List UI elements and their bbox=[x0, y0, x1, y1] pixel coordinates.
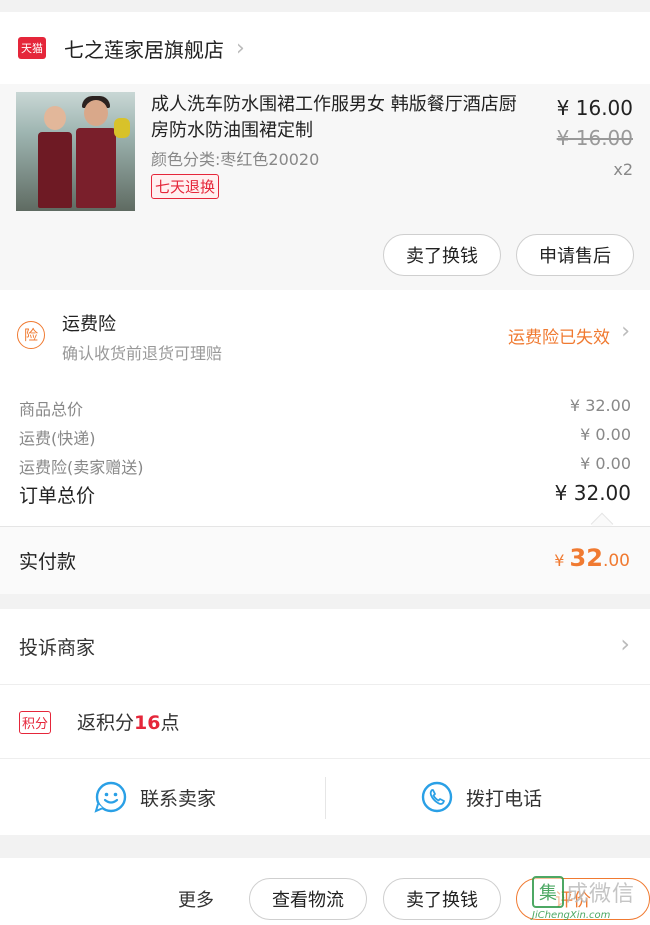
amount-paid-row: 实付款 ¥ 32.00 bbox=[0, 526, 650, 594]
call-phone-button[interactable]: 拨打电话 bbox=[420, 759, 542, 835]
amount-paid-value: ¥ 32.00 bbox=[554, 544, 630, 572]
divider bbox=[325, 777, 326, 819]
price-row-label: 商品总价 bbox=[19, 400, 84, 419]
points-count: 16 bbox=[134, 712, 161, 734]
order-total-label: 订单总价 bbox=[19, 485, 96, 507]
order-total-value: ¥ 32.00 bbox=[554, 481, 631, 505]
points-suffix: 点 bbox=[160, 712, 180, 734]
amount-integer: 32 bbox=[569, 544, 603, 572]
return-policy-tag: 七天退换 bbox=[151, 174, 220, 199]
contact-seller-label: 联系卖家 bbox=[140, 787, 217, 810]
amount-paid-label: 实付款 bbox=[19, 551, 77, 573]
apron bbox=[38, 132, 72, 208]
watermark: 集 成微信 JiChengXin.com bbox=[532, 876, 650, 921]
chevron-right-icon: › bbox=[236, 35, 245, 61]
product-card[interactable]: 成人洗车防水围裙工作服男女 韩版餐厅酒店厨房防水防油围裙定制 颜色分类:枣红色2… bbox=[0, 84, 650, 290]
price-row-value: ¥ 0.00 bbox=[580, 454, 631, 473]
order-total-row: 订单总价 ¥ 32.00 bbox=[19, 481, 631, 508]
price-row: 运费(快递) ¥ 0.00 bbox=[19, 425, 631, 449]
top-strip bbox=[0, 0, 650, 12]
product-price: ¥ 16.00 bbox=[556, 96, 633, 120]
price-row-value: ¥ 32.00 bbox=[569, 396, 631, 415]
phone-icon bbox=[421, 781, 453, 813]
contact-seller-button[interactable]: 联系卖家 bbox=[94, 759, 216, 835]
sell-for-cash-button[interactable]: 卖了换钱 bbox=[383, 878, 501, 920]
watermark-url: JiChengXin.com bbox=[532, 910, 611, 921]
insurance-description: 确认收货前退货可理赔 bbox=[62, 344, 223, 363]
price-breakdown: 商品总价 ¥ 32.00 运费(快递) ¥ 0.00 运费险(卖家赠送) ¥ 0… bbox=[0, 376, 650, 536]
insurance-icon: 险 bbox=[17, 321, 45, 349]
view-logistics-button[interactable]: 查看物流 bbox=[249, 878, 367, 920]
apron bbox=[76, 128, 116, 208]
model-head bbox=[84, 100, 108, 126]
currency-symbol: ¥ bbox=[554, 551, 570, 570]
insurance-status: 运费险已失效 bbox=[508, 328, 610, 348]
glove bbox=[114, 118, 130, 138]
tmall-logo-icon: 天猫 bbox=[18, 37, 46, 59]
chevron-right-icon: › bbox=[621, 319, 630, 344]
points-badge: 积分 bbox=[19, 711, 52, 734]
model-head bbox=[44, 106, 66, 130]
product-attribute: 颜色分类:枣红色20020 bbox=[151, 150, 320, 169]
price-row: 商品总价 ¥ 32.00 bbox=[19, 396, 631, 420]
product-quantity: x2 bbox=[613, 160, 633, 179]
after-sale-button[interactable]: 申请售后 bbox=[516, 234, 634, 276]
call-phone-label: 拨打电话 bbox=[466, 787, 543, 810]
complain-merchant-row[interactable]: 投诉商家 › bbox=[0, 609, 650, 685]
price-row: 运费险(卖家赠送) ¥ 0.00 bbox=[19, 454, 631, 478]
watermark-logo-icon: 集 bbox=[532, 876, 564, 908]
amount-decimal: .00 bbox=[602, 551, 630, 571]
sell-for-cash-button[interactable]: 卖了换钱 bbox=[383, 234, 501, 276]
insurance-title: 运费险 bbox=[62, 314, 116, 335]
more-button[interactable]: 更多 bbox=[178, 886, 214, 912]
points-prefix: 返积分 bbox=[77, 712, 135, 734]
shipping-insurance-row[interactable]: 险 运费险 确认收货前退货可理赔 运费险已失效 › bbox=[0, 290, 650, 376]
complain-merchant-label: 投诉商家 bbox=[19, 637, 96, 659]
store-header[interactable]: 天猫 七之莲家居旗舰店 › bbox=[0, 12, 650, 84]
points-text: 返积分16点 bbox=[77, 708, 179, 735]
product-original-price: ¥ 16.00 bbox=[556, 126, 633, 150]
store-name: 七之莲家居旗舰店 bbox=[64, 37, 224, 62]
points-reward-row: 积分 返积分16点 bbox=[0, 685, 650, 759]
chat-face-icon bbox=[94, 781, 127, 813]
chevron-right-icon: › bbox=[620, 630, 630, 658]
product-title: 成人洗车防水围裙工作服男女 韩版餐厅酒店厨房防水防油围裙定制 bbox=[151, 94, 517, 141]
watermark-text: 成微信 bbox=[566, 882, 636, 907]
price-row-label: 运费险(卖家赠送) bbox=[19, 458, 144, 477]
price-row-value: ¥ 0.00 bbox=[580, 425, 631, 444]
price-row-label: 运费(快递) bbox=[19, 429, 96, 448]
product-image[interactable] bbox=[16, 92, 135, 211]
